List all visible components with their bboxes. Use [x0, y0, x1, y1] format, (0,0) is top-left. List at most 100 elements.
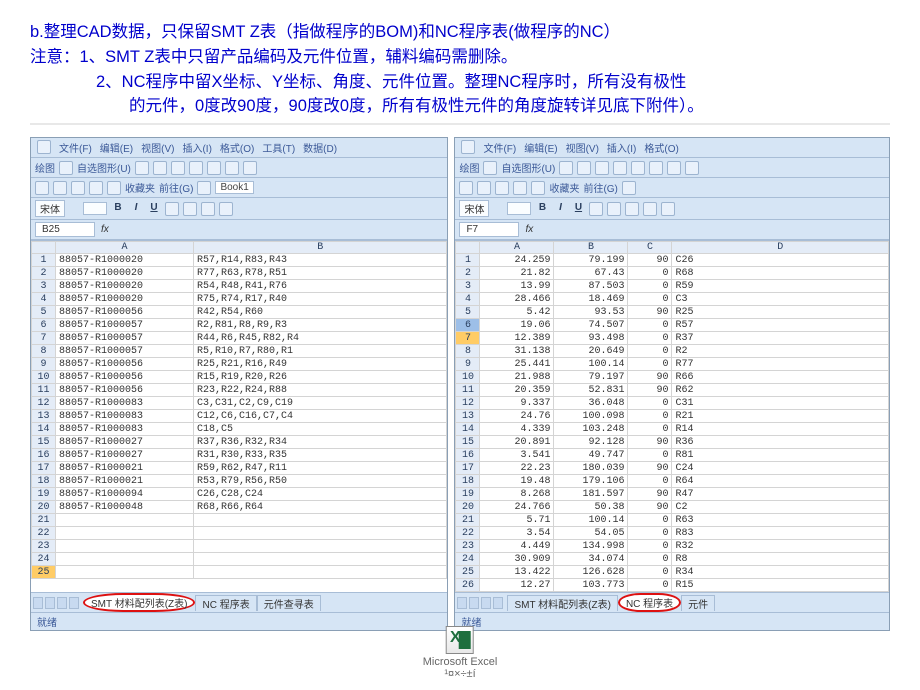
bold-button[interactable]: B [111, 202, 125, 216]
home-icon[interactable] [107, 181, 121, 195]
cell[interactable]: R83 [672, 527, 889, 540]
row-header[interactable]: 21 [456, 514, 480, 527]
cell[interactable]: R42,R54,R60 [194, 306, 447, 319]
cell[interactable]: 34.074 [554, 553, 628, 566]
home-icon[interactable] [531, 181, 545, 195]
bold-button[interactable]: B [535, 202, 549, 216]
cell[interactable]: 181.597 [554, 488, 628, 501]
oval-icon[interactable] [613, 161, 627, 175]
cell[interactable]: C31 [672, 397, 889, 410]
merge-icon[interactable] [643, 202, 657, 216]
row-header[interactable]: 1 [32, 254, 56, 267]
cell[interactable]: 24.766 [480, 501, 554, 514]
cell[interactable]: 179.106 [554, 475, 628, 488]
cell[interactable]: 36.048 [554, 397, 628, 410]
rect-icon[interactable] [595, 161, 609, 175]
menu-file[interactable]: 文件(F) [483, 140, 516, 155]
row-header[interactable]: 7 [32, 332, 56, 345]
tab-smt[interactable]: SMT 材料配列表(Z表) [83, 593, 195, 612]
cell[interactable]: 19.06 [480, 319, 554, 332]
cell[interactable]: R21 [672, 410, 889, 423]
cell[interactable]: 8.268 [480, 488, 554, 501]
tab-nav[interactable] [457, 597, 503, 609]
row-header[interactable]: 21 [32, 514, 56, 527]
cell[interactable]: 0 [628, 579, 672, 592]
row-header[interactable]: 23 [456, 540, 480, 553]
row-header[interactable]: 24 [456, 553, 480, 566]
row-header[interactable]: 19 [32, 488, 56, 501]
font-select[interactable]: 宋体 [459, 200, 489, 217]
corner-cell[interactable] [456, 242, 480, 254]
cell[interactable]: R68 [672, 267, 889, 280]
cell[interactable]: 92.128 [554, 436, 628, 449]
cell[interactable]: R2,R81,R8,R9,R3 [194, 319, 447, 332]
col-header-a[interactable]: A [56, 242, 194, 254]
tab-nc[interactable]: NC 程序表 [195, 595, 256, 611]
cell[interactable]: 4.449 [480, 540, 554, 553]
row-header[interactable]: 3 [456, 280, 480, 293]
cell[interactable]: 30.909 [480, 553, 554, 566]
cell[interactable]: 0 [628, 397, 672, 410]
cell[interactable]: R62 [672, 384, 889, 397]
menu-tools[interactable]: 工具(T) [262, 140, 295, 155]
align-center-icon[interactable] [183, 202, 197, 216]
cell[interactable] [56, 540, 194, 553]
cell[interactable]: 4.339 [480, 423, 554, 436]
row-header[interactable]: 10 [456, 371, 480, 384]
cell[interactable]: R5,R10,R7,R80,R1 [194, 345, 447, 358]
fx-label[interactable]: fx [101, 224, 109, 235]
row-header[interactable]: 11 [456, 384, 480, 397]
menu-format[interactable]: 格式(O) [644, 140, 678, 155]
menu-edit[interactable]: 编辑(E) [100, 140, 133, 155]
row-header[interactable]: 18 [32, 475, 56, 488]
cell[interactable]: 103.248 [554, 423, 628, 436]
cell[interactable] [56, 553, 194, 566]
cell[interactable]: 88057-R1000056 [56, 371, 194, 384]
textbox-icon[interactable] [631, 161, 645, 175]
cell[interactable]: 103.773 [554, 579, 628, 592]
cell[interactable]: 0 [628, 345, 672, 358]
cell[interactable]: R63 [672, 514, 889, 527]
cell[interactable]: R31,R30,R33,R35 [194, 449, 447, 462]
cell[interactable]: 88057-R1000020 [56, 293, 194, 306]
cell[interactable]: 88057-R1000094 [56, 488, 194, 501]
cell[interactable]: 88057-R1000048 [56, 501, 194, 514]
cell[interactable]: 54.05 [554, 527, 628, 540]
cell[interactable]: C3 [672, 293, 889, 306]
cell[interactable]: R75,R74,R17,R40 [194, 293, 447, 306]
row-header[interactable]: 17 [32, 462, 56, 475]
cell[interactable]: 0 [628, 566, 672, 579]
cell[interactable]: 22.23 [480, 462, 554, 475]
cell[interactable]: 5.42 [480, 306, 554, 319]
cell[interactable]: 88057-R1000083 [56, 410, 194, 423]
autoshape-label[interactable]: 自选图形(U) [77, 160, 131, 175]
row-header[interactable]: 14 [456, 423, 480, 436]
cell[interactable]: 24.259 [480, 254, 554, 267]
cell[interactable]: R25 [672, 306, 889, 319]
cell[interactable]: 19.48 [480, 475, 554, 488]
row-header[interactable]: 26 [456, 579, 480, 592]
cell[interactable]: 31.138 [480, 345, 554, 358]
cell[interactable]: R25,R21,R16,R49 [194, 358, 447, 371]
row-header[interactable]: 6 [32, 319, 56, 332]
row-header[interactable]: 9 [32, 358, 56, 371]
grid-right[interactable]: A B C D 124.25979.19990C26221.8267.430R6… [455, 240, 889, 592]
cell[interactable]: R81 [672, 449, 889, 462]
menu-edit[interactable]: 编辑(E) [524, 140, 557, 155]
row-header[interactable]: 11 [32, 384, 56, 397]
cell[interactable] [56, 514, 194, 527]
cell[interactable]: 100.14 [554, 358, 628, 371]
cell[interactable]: 20.649 [554, 345, 628, 358]
cell[interactable]: 100.14 [554, 514, 628, 527]
cell[interactable]: 25.441 [480, 358, 554, 371]
cell[interactable]: 0 [628, 540, 672, 553]
cell[interactable]: R14 [672, 423, 889, 436]
merge-icon[interactable] [219, 202, 233, 216]
corner-cell[interactable] [32, 242, 56, 254]
col-header-d[interactable]: D [672, 242, 889, 254]
cell[interactable]: R59,R62,R47,R11 [194, 462, 447, 475]
cell[interactable]: 88057-R1000027 [56, 436, 194, 449]
row-header[interactable]: 10 [32, 371, 56, 384]
cell[interactable]: 0 [628, 358, 672, 371]
menu-format[interactable]: 格式(O) [220, 140, 254, 155]
